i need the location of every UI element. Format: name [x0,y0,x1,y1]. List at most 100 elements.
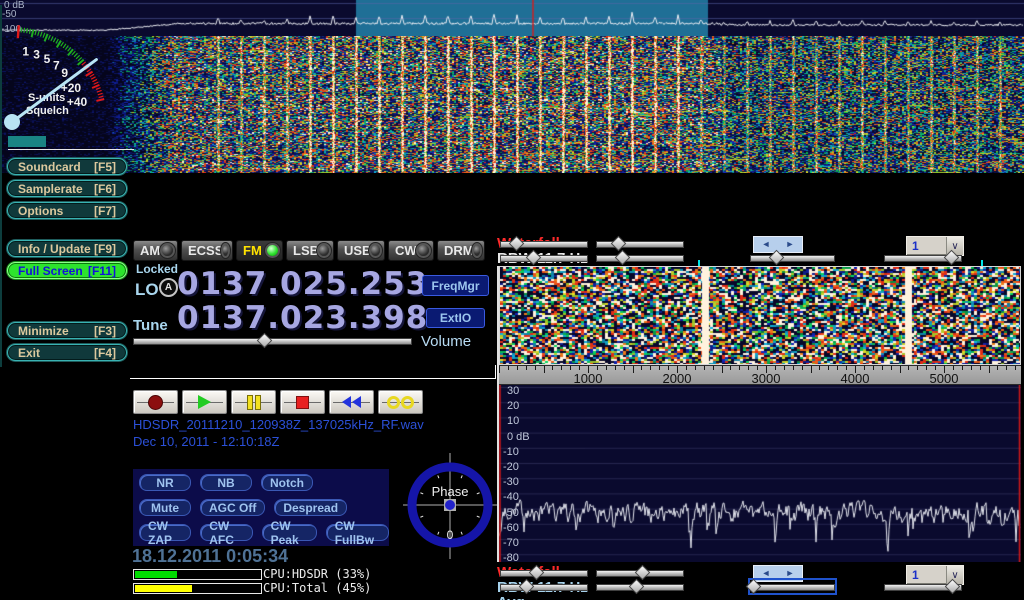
button-label-right: [F6] [94,182,116,196]
volume-slider[interactable] [133,334,412,347]
rx-spectrum[interactable]: 3020100 dB-10-20-30-40-50-60-70-80 [499,385,1021,562]
scale-tick [926,366,927,370]
waterfall-brightness-slider-thumb[interactable] [509,236,525,252]
dsp-button-mute[interactable]: Mute [139,499,191,516]
waterfall-contrast-slider-thumb[interactable] [611,236,627,252]
speed-slider-thumb[interactable] [944,250,960,266]
scale-tick [784,366,785,370]
dsp-button-nb[interactable]: NB [200,474,252,491]
button-options[interactable]: Options[F7] [7,202,127,219]
spectrum-brightness-slider-track[interactable] [500,584,588,591]
mode-button-usb[interactable]: USB [337,240,385,261]
button-samplerate[interactable]: Samplerate[F6] [7,180,127,197]
waterfall-brightness-slider-thumb[interactable] [529,565,545,581]
pause-button[interactable] [231,390,276,414]
scroll-left-arrow-icon[interactable]: ◄ [754,566,778,581]
mode-button-ecss[interactable]: ECSS [181,240,233,261]
dsp-button-panel: NR NB Notch Mute AGC Off Despread CW ZAP CW AFC… [133,469,389,546]
freqmgr-button[interactable]: FreqMgr [422,275,489,296]
zoom-slider-track[interactable] [750,584,835,591]
rx-frequency-scale[interactable]: 10002000300040005000 [499,365,1021,385]
loop-button[interactable] [378,390,423,414]
rx-spectrum-canvas[interactable] [499,385,1021,562]
main-spectrum-canvas[interactable] [0,0,1024,36]
tune-frequency[interactable]: 0137.023.398 [177,303,428,334]
speed-slider-thumb[interactable] [945,579,961,595]
waterfall-contrast-slider[interactable] [596,566,684,579]
dsp-button-notch[interactable]: Notch [261,474,313,491]
extio-button[interactable]: ExtIO [426,308,485,328]
dsp-button-agc-off[interactable]: AGC Off [200,499,265,516]
dsp-button-cw-zap[interactable]: CW ZAP [139,524,191,541]
spectrum-contrast-slider-thumb[interactable] [629,579,645,595]
s-meter: 13579+20+40S-unitsSquelch [0,5,130,137]
button-label-right: [F3] [94,324,116,338]
waterfall-contrast-slider[interactable] [596,237,684,250]
main-spectrum[interactable]: 0 dB-50-100 [0,0,1024,36]
mode-button-drm[interactable]: DRM [437,240,485,261]
scroll-right-arrow-icon[interactable]: ► [778,566,802,581]
squelch-level-bar[interactable] [8,136,46,147]
mode-button-lsb[interactable]: LSB [286,240,334,261]
local-clock: 18.12.2011 0:05:34 [132,546,288,567]
lo-auto-badge[interactable]: A [159,278,178,297]
rewind-button[interactable] [329,390,374,414]
playback-controls [133,390,423,414]
scale-tick [864,366,865,370]
phase-dial[interactable]: Phase0 [403,453,497,559]
lo-frequency[interactable]: 0137.025.253 [177,269,428,300]
button-exit[interactable]: Exit[F4] [7,344,127,361]
spectrum-contrast-slider-thumb[interactable] [614,250,630,266]
svg-text:7: 7 [53,58,60,72]
dsp-button-cw-fullbw[interactable]: CW FullBw [326,524,389,541]
scale-tick [499,366,500,373]
dsp-button-cw-afc[interactable]: CW AFC [200,524,252,541]
waterfall-brightness-slider[interactable] [500,566,588,579]
rx-waterfall[interactable] [500,267,1020,364]
zoom-slider-thumb[interactable] [768,250,784,266]
spectrum-contrast-slider[interactable] [596,251,684,264]
spectrum-contrast-slider[interactable] [596,580,684,593]
zoom-slider[interactable] [750,251,835,264]
dsp-button-nr[interactable]: NR [139,474,191,491]
play-button[interactable] [182,390,227,414]
scale-tick [633,366,634,373]
mode-label: DRM [444,243,474,258]
dsp-button-despread[interactable]: Despread [274,499,347,516]
speed-slider[interactable] [884,251,962,264]
mode-label: ECSS [188,243,223,258]
record-button[interactable] [133,390,178,414]
spectrum-brightness-slider[interactable] [500,251,588,264]
zoom-slider-track[interactable] [750,255,835,262]
button-soundcard[interactable]: Soundcard[F5] [7,158,127,175]
waterfall-contrast-slider-track[interactable] [596,241,684,248]
scale-tick [713,366,714,370]
spectrum-brightness-slider-thumb[interactable] [525,250,541,266]
waterfall-brightness-slider-track[interactable] [500,570,588,577]
volume-slider-track[interactable] [133,338,412,345]
mode-button-fm[interactable]: FM [236,240,283,261]
scale-tick [677,366,678,373]
mode-button-cw[interactable]: CW [388,240,434,261]
button-full-screen[interactable]: Full Screen[F11] [7,262,127,279]
scroll-left-arrow-icon[interactable]: ◄ [754,237,778,252]
stop-button[interactable] [280,390,325,414]
dsp-button-cw-peak[interactable]: CW Peak [262,524,317,541]
volume-slider-thumb[interactable] [257,333,273,349]
mode-label: LSB [293,243,319,258]
mode-button-am[interactable]: AM [133,240,178,261]
scale-tick [597,366,598,370]
waterfall-brightness-slider[interactable] [500,237,588,250]
spectrum-brightness-slider-thumb[interactable] [519,579,535,595]
rx-panel-border [497,266,499,562]
spectrum-contrast-slider-track[interactable] [596,255,684,262]
scale-tick [935,366,936,370]
zoom-slider[interactable] [750,580,835,593]
waterfall-contrast-slider-thumb[interactable] [634,565,650,581]
spectrum-brightness-slider-track[interactable] [500,255,588,262]
button-info-update[interactable]: Info / Update[F9] [7,240,127,257]
button-minimize[interactable]: Minimize[F3] [7,322,127,339]
scroll-right-arrow-icon[interactable]: ► [778,237,802,252]
spectrum-brightness-slider[interactable] [500,580,588,593]
speed-slider[interactable] [884,580,962,593]
